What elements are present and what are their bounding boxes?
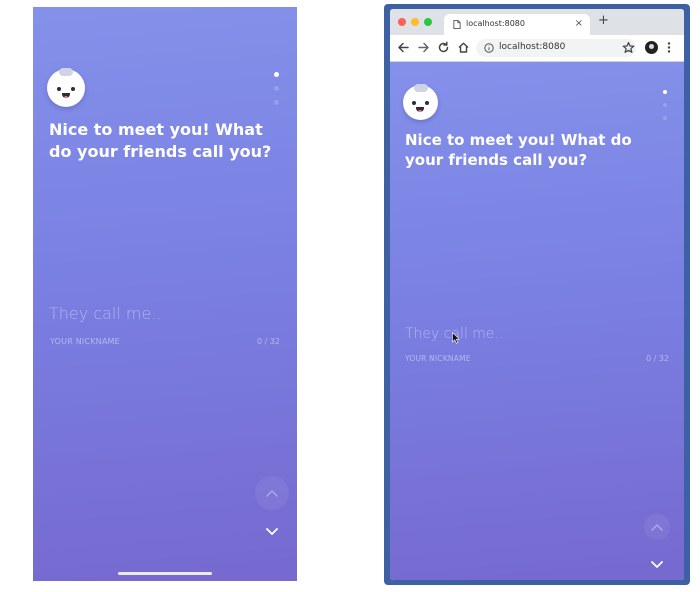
chevron-down-icon xyxy=(651,561,663,568)
step-dot-1[interactable] xyxy=(663,90,667,94)
step-dot-3[interactable] xyxy=(274,100,279,105)
new-tab-icon[interactable]: + xyxy=(598,13,609,29)
phone-mockup: Nice to meet you! What do your friends c… xyxy=(33,7,297,581)
chevron-up-icon xyxy=(266,490,278,497)
step-indicator xyxy=(274,72,279,114)
step-dot-3[interactable] xyxy=(663,116,667,120)
nickname-input[interactable] xyxy=(49,301,269,325)
baby-face-avatar-icon xyxy=(403,84,438,120)
home-indicator-bar xyxy=(118,572,212,575)
url-text: localhost:8080 xyxy=(499,42,566,52)
browser-tab[interactable]: localhost:8080 × xyxy=(444,14,590,35)
forward-arrow-icon[interactable] xyxy=(417,41,430,54)
question-heading: Nice to meet you! What do your friends c… xyxy=(49,120,272,161)
nickname-helper-label: YOUR NICKNAME xyxy=(50,337,120,346)
address-bar[interactable]: localhost:8080 xyxy=(476,39,636,57)
avatar-right-eye xyxy=(71,87,75,91)
baby-face-avatar-icon xyxy=(47,68,85,107)
avatar-left-eye xyxy=(57,87,61,91)
tab-close-icon[interactable]: × xyxy=(575,17,583,30)
avatar-mouth xyxy=(416,107,424,112)
nickname-input[interactable] xyxy=(405,324,625,344)
avatar-hair-tuft xyxy=(414,84,428,92)
avatar-mouth xyxy=(62,93,70,98)
next-question-button[interactable] xyxy=(255,515,289,549)
back-arrow-icon[interactable] xyxy=(397,41,410,54)
previous-question-button[interactable] xyxy=(255,476,289,510)
browser-viewport: Nice to meet you! What do your friends c… xyxy=(390,62,684,580)
avatar-hair-tuft xyxy=(59,68,73,76)
window-close-button[interactable] xyxy=(398,18,406,26)
step-dot-1[interactable] xyxy=(274,72,279,77)
avatar-left-eye xyxy=(412,101,416,105)
browser-toolbar: localhost:8080 xyxy=(390,35,684,62)
avatar-right-eye xyxy=(425,101,429,105)
tab-strip: localhost:8080 × + xyxy=(390,9,684,35)
mouse-cursor-icon xyxy=(452,332,460,344)
browser-window: localhost:8080 × + localhost:8080 Nice t… xyxy=(390,9,684,580)
step-dot-2[interactable] xyxy=(274,86,279,91)
previous-question-button[interactable] xyxy=(644,514,670,540)
tab-title: localhost:8080 xyxy=(466,19,525,28)
step-indicator xyxy=(663,90,667,129)
char-counter: 0 / 32 xyxy=(256,337,280,346)
window-zoom-button[interactable] xyxy=(424,18,432,26)
chevron-down-icon xyxy=(266,528,278,535)
reload-icon[interactable] xyxy=(437,41,450,54)
chevron-up-icon xyxy=(651,524,663,531)
question-heading: Nice to meet you! What do your friends c… xyxy=(405,131,632,169)
char-counter: 0 / 32 xyxy=(645,354,669,363)
nickname-helper-label: YOUR NICKNAME xyxy=(405,354,471,363)
step-dot-2[interactable] xyxy=(663,103,667,107)
page-favicon-icon xyxy=(453,20,461,29)
info-icon[interactable] xyxy=(484,43,494,53)
home-icon[interactable] xyxy=(457,41,470,54)
bookmark-star-icon[interactable] xyxy=(622,41,635,54)
profile-avatar-icon[interactable] xyxy=(645,41,658,54)
next-question-button[interactable] xyxy=(644,552,670,578)
window-minimize-button[interactable] xyxy=(411,18,419,26)
menu-dots-icon[interactable] xyxy=(666,41,672,54)
